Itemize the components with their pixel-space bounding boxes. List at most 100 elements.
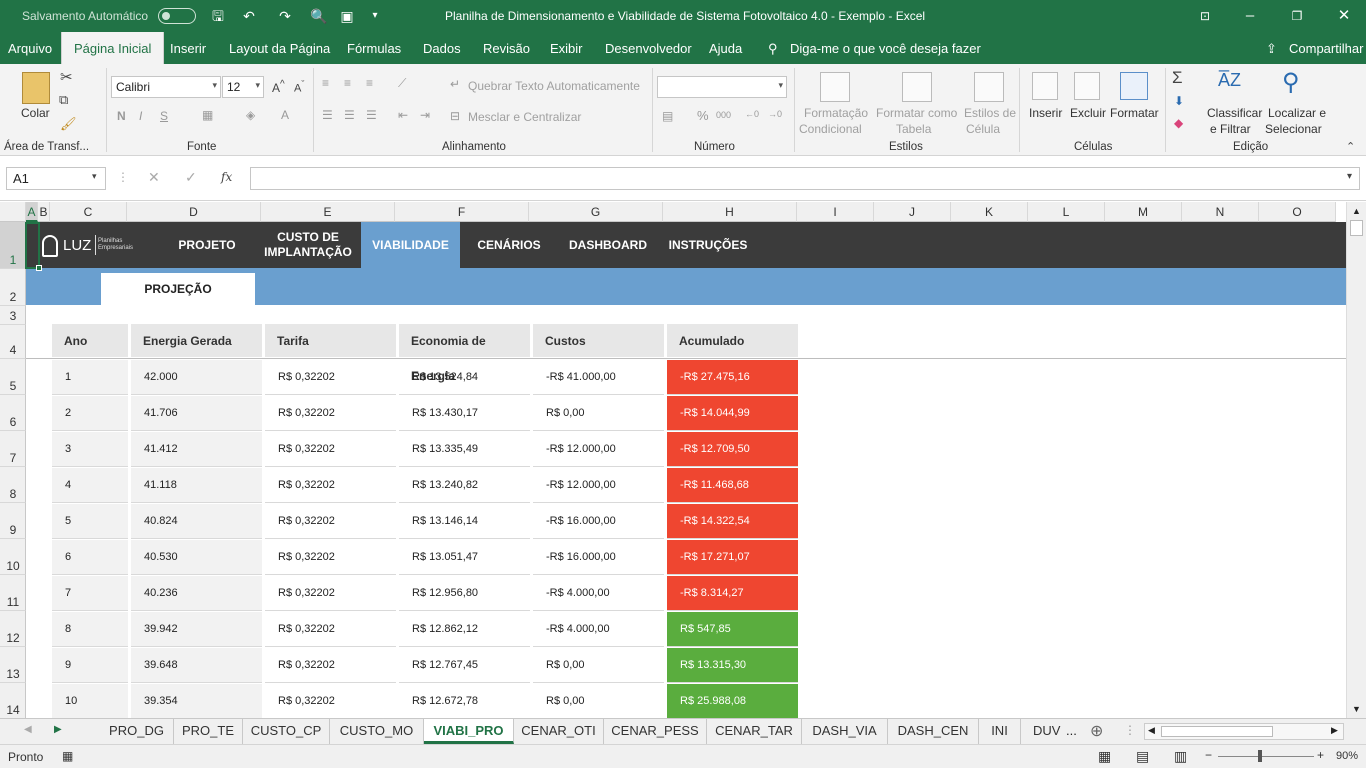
- cell-custos[interactable]: -R$ 16.000,00: [533, 504, 664, 539]
- row-header[interactable]: 9: [0, 503, 26, 539]
- cell-tarifa[interactable]: R$ 0,32202: [265, 576, 396, 611]
- sheet-tab[interactable]: VIABI_PRO: [424, 719, 514, 744]
- customize-toolbar-icon[interactable]: ▾: [366, 7, 384, 25]
- decrease-decimal-icon[interactable]: →0: [768, 109, 782, 119]
- nav-instrucoes[interactable]: INSTRUÇÕES: [662, 222, 754, 268]
- fill-color-icon[interactable]: ◈: [246, 108, 255, 122]
- row-header[interactable]: 8: [0, 467, 26, 503]
- cell-economia[interactable]: R$ 12.672,78: [399, 684, 530, 718]
- cell-economia[interactable]: R$ 13.146,14: [399, 504, 530, 539]
- sheet-tab[interactable]: INI: [979, 719, 1021, 744]
- row-header[interactable]: 11: [0, 575, 26, 611]
- align-left-icon[interactable]: ☰: [322, 108, 333, 122]
- align-right-icon[interactable]: ☰: [366, 108, 377, 122]
- cell-tarifa[interactable]: R$ 0,32202: [265, 396, 396, 431]
- sheet-tab[interactable]: CENAR_TAR: [707, 719, 802, 744]
- cell-economia[interactable]: R$ 13.240,82: [399, 468, 530, 503]
- cell-acumulado[interactable]: -R$ 11.468,68: [667, 468, 798, 503]
- cancel-icon[interactable]: ✕: [148, 169, 160, 186]
- zoom-slider-thumb[interactable]: [1258, 750, 1262, 762]
- column-header[interactable]: C: [50, 202, 127, 222]
- paste-icon[interactable]: [22, 72, 50, 104]
- cell-custos[interactable]: -R$ 12.000,00: [533, 432, 664, 467]
- sort-filter-icon[interactable]: A̅Z: [1218, 70, 1241, 91]
- cell-styles-line2[interactable]: Célula: [966, 122, 1000, 136]
- cell-ano[interactable]: 7: [52, 576, 128, 611]
- cell-custos[interactable]: R$ 0,00: [533, 396, 664, 431]
- cell-acumulado[interactable]: -R$ 12.709,50: [667, 432, 798, 467]
- cell-energia[interactable]: 39.648: [131, 648, 262, 683]
- column-header[interactable]: N: [1182, 202, 1259, 222]
- nav-cenarios[interactable]: CENÁRIOS: [466, 222, 552, 268]
- sheet-tab[interactable]: PRO_DG: [100, 719, 174, 744]
- cell-acumulado[interactable]: -R$ 14.322,54: [667, 504, 798, 539]
- collapse-ribbon-icon[interactable]: ⌃: [1346, 140, 1355, 153]
- cell-custos[interactable]: -R$ 16.000,00: [533, 540, 664, 575]
- cell-energia[interactable]: 41.118: [131, 468, 262, 503]
- scroll-down-icon[interactable]: ▼: [1352, 704, 1361, 714]
- cell-energia[interactable]: 40.824: [131, 504, 262, 539]
- column-header[interactable]: H: [663, 202, 797, 222]
- sheet-tab[interactable]: CENAR_PESS: [604, 719, 707, 744]
- column-header[interactable]: E: [261, 202, 395, 222]
- cell-acumulado[interactable]: R$ 547,85: [667, 612, 798, 647]
- format-table-line1[interactable]: Formatar como: [876, 106, 957, 120]
- share-button[interactable]: Compartilhar: [1289, 41, 1363, 56]
- insert-function-icon[interactable]: fx: [221, 170, 232, 184]
- restore-icon[interactable]: ❐: [1287, 6, 1307, 26]
- cell-economia[interactable]: R$ 13.524,84: [399, 360, 530, 395]
- format-painter-icon[interactable]: 🖌: [60, 116, 77, 132]
- cell-styles-line1[interactable]: Estilos de: [964, 106, 1016, 120]
- cell-acumulado[interactable]: R$ 25.988,08: [667, 684, 798, 718]
- tab-layout-da-pagina[interactable]: Layout da Página: [229, 41, 330, 56]
- page-layout-view-icon[interactable]: ▤: [1136, 748, 1149, 765]
- redo-icon[interactable]: ↷: [276, 7, 294, 25]
- zoom-out-icon[interactable]: −: [1205, 748, 1212, 762]
- autosave-toggle[interactable]: [158, 8, 196, 24]
- scroll-thumb[interactable]: [1350, 220, 1363, 236]
- increase-indent-icon[interactable]: ⇥: [420, 108, 430, 122]
- tab-inserir[interactable]: Inserir: [170, 41, 206, 56]
- sheet-tab[interactable]: DUV: [1021, 719, 1069, 744]
- cell-acumulado[interactable]: -R$ 27.475,16: [667, 360, 798, 395]
- column-header[interactable]: J: [874, 202, 951, 222]
- cell-tarifa[interactable]: R$ 0,32202: [265, 684, 396, 718]
- cell-tarifa[interactable]: R$ 0,32202: [265, 468, 396, 503]
- find-select-line2[interactable]: Selecionar: [1265, 122, 1322, 136]
- zoom-slider[interactable]: [1218, 756, 1314, 757]
- align-top-icon[interactable]: ≡: [322, 76, 329, 90]
- cell-acumulado[interactable]: R$ 13.315,30: [667, 648, 798, 683]
- delete-button[interactable]: Excluir: [1070, 106, 1106, 120]
- row-header[interactable]: 12: [0, 611, 26, 647]
- cell-tarifa[interactable]: R$ 0,32202: [265, 504, 396, 539]
- font-name-combo[interactable]: Calibri: [111, 76, 221, 98]
- cell-tarifa[interactable]: R$ 0,32202: [265, 648, 396, 683]
- name-box-dropdown-icon[interactable]: ▾: [92, 171, 97, 182]
- cell-economia[interactable]: R$ 12.767,45: [399, 648, 530, 683]
- formula-input[interactable]: [250, 167, 1360, 190]
- column-header[interactable]: A: [26, 202, 38, 222]
- cell-tarifa[interactable]: R$ 0,32202: [265, 360, 396, 395]
- cell-ano[interactable]: 6: [52, 540, 128, 575]
- close-icon[interactable]: ✕: [1334, 6, 1354, 26]
- insert-cells-icon[interactable]: [1032, 72, 1058, 100]
- row-header[interactable]: 3: [0, 306, 26, 325]
- align-middle-icon[interactable]: ≡: [344, 76, 351, 90]
- find-icon[interactable]: ⚲: [1282, 68, 1300, 97]
- cell-energia[interactable]: 42.000: [131, 360, 262, 395]
- cell-economia[interactable]: R$ 12.862,12: [399, 612, 530, 647]
- active-cell-a1[interactable]: [25, 222, 40, 269]
- row-header[interactable]: 14: [0, 683, 26, 718]
- cell-energia[interactable]: 40.236: [131, 576, 262, 611]
- conditional-format-icon[interactable]: [820, 72, 850, 102]
- row-header[interactable]: 7: [0, 431, 26, 467]
- cell-tarifa[interactable]: R$ 0,32202: [265, 432, 396, 467]
- copy-icon[interactable]: ⧉: [59, 92, 68, 108]
- percent-icon[interactable]: %: [697, 108, 709, 123]
- align-bottom-icon[interactable]: ≡: [366, 76, 373, 90]
- column-header[interactable]: L: [1028, 202, 1105, 222]
- font-color-icon[interactable]: A: [281, 108, 289, 122]
- delete-cells-icon[interactable]: [1074, 72, 1100, 100]
- tab-formulas[interactable]: Fórmulas: [347, 41, 401, 56]
- clear-icon[interactable]: ◆: [1174, 116, 1183, 130]
